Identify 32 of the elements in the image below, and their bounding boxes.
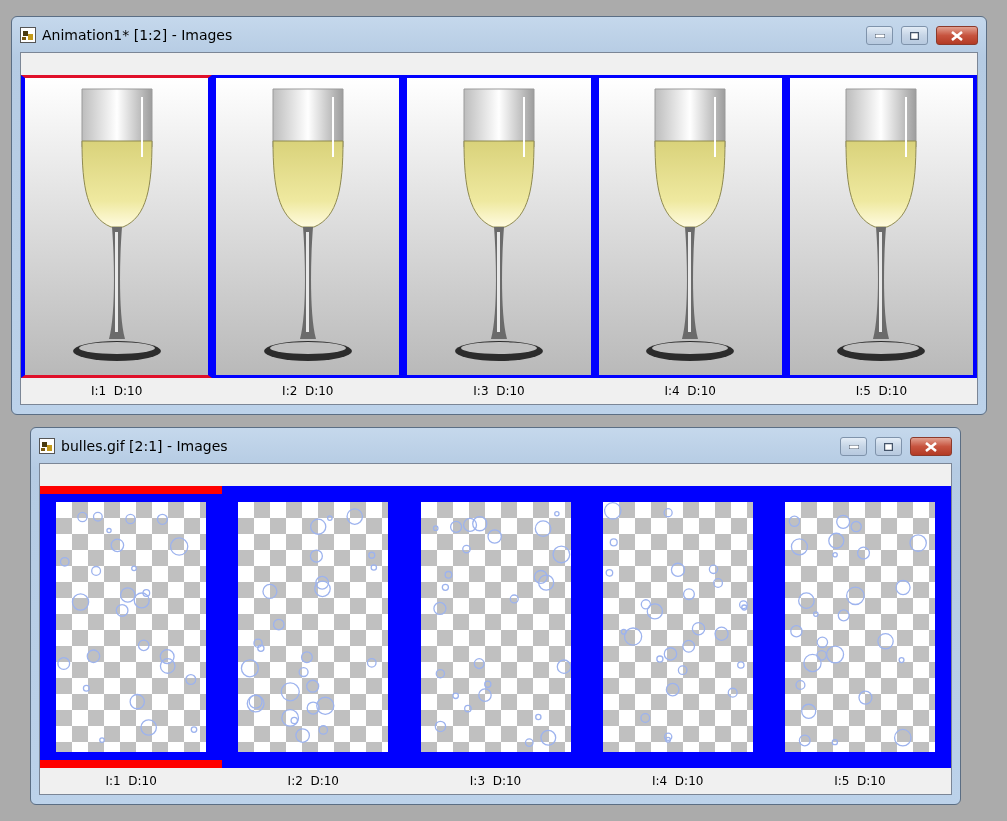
frame-label: I:2 D:10 bbox=[281, 383, 335, 400]
frame-label: I:5 D:10 bbox=[854, 383, 909, 400]
frame-label: I:3 D:10 bbox=[468, 773, 523, 790]
maximize-button[interactable] bbox=[901, 26, 928, 45]
frame-label: I:2 D:10 bbox=[286, 773, 340, 790]
animation-frame[interactable] bbox=[785, 75, 977, 378]
maximize-icon bbox=[884, 442, 893, 451]
minimize-icon bbox=[848, 444, 859, 449]
animation-frame[interactable] bbox=[21, 75, 213, 378]
animation-frame[interactable] bbox=[768, 486, 951, 768]
animation-frame[interactable] bbox=[594, 75, 786, 378]
close-button[interactable] bbox=[936, 26, 978, 45]
frame-label: I:1 D:10 bbox=[104, 773, 158, 790]
picture-icon bbox=[20, 26, 36, 43]
animation-frame[interactable] bbox=[212, 75, 404, 378]
close-button[interactable] bbox=[910, 437, 952, 456]
frame-label: I:4 D:10 bbox=[651, 773, 705, 790]
window-title: Animation1* [1:2] - Images bbox=[42, 26, 234, 43]
picture-icon bbox=[39, 437, 55, 454]
close-icon bbox=[951, 30, 963, 41]
frame-label: I:3 D:10 bbox=[472, 383, 526, 400]
minimize-button[interactable] bbox=[866, 26, 893, 45]
window-title: bulles.gif [2:1] - Images bbox=[61, 437, 229, 454]
close-icon bbox=[925, 441, 937, 452]
minimize-button[interactable] bbox=[840, 437, 867, 456]
animation-frame[interactable] bbox=[40, 486, 223, 768]
frame-label: I:4 D:10 bbox=[663, 383, 717, 400]
frame-label: I:5 D:10 bbox=[833, 773, 887, 790]
maximize-icon bbox=[910, 31, 919, 40]
frame-label: I:1 D:10 bbox=[89, 383, 144, 400]
minimize-icon bbox=[874, 33, 885, 38]
maximize-button[interactable] bbox=[875, 437, 902, 456]
